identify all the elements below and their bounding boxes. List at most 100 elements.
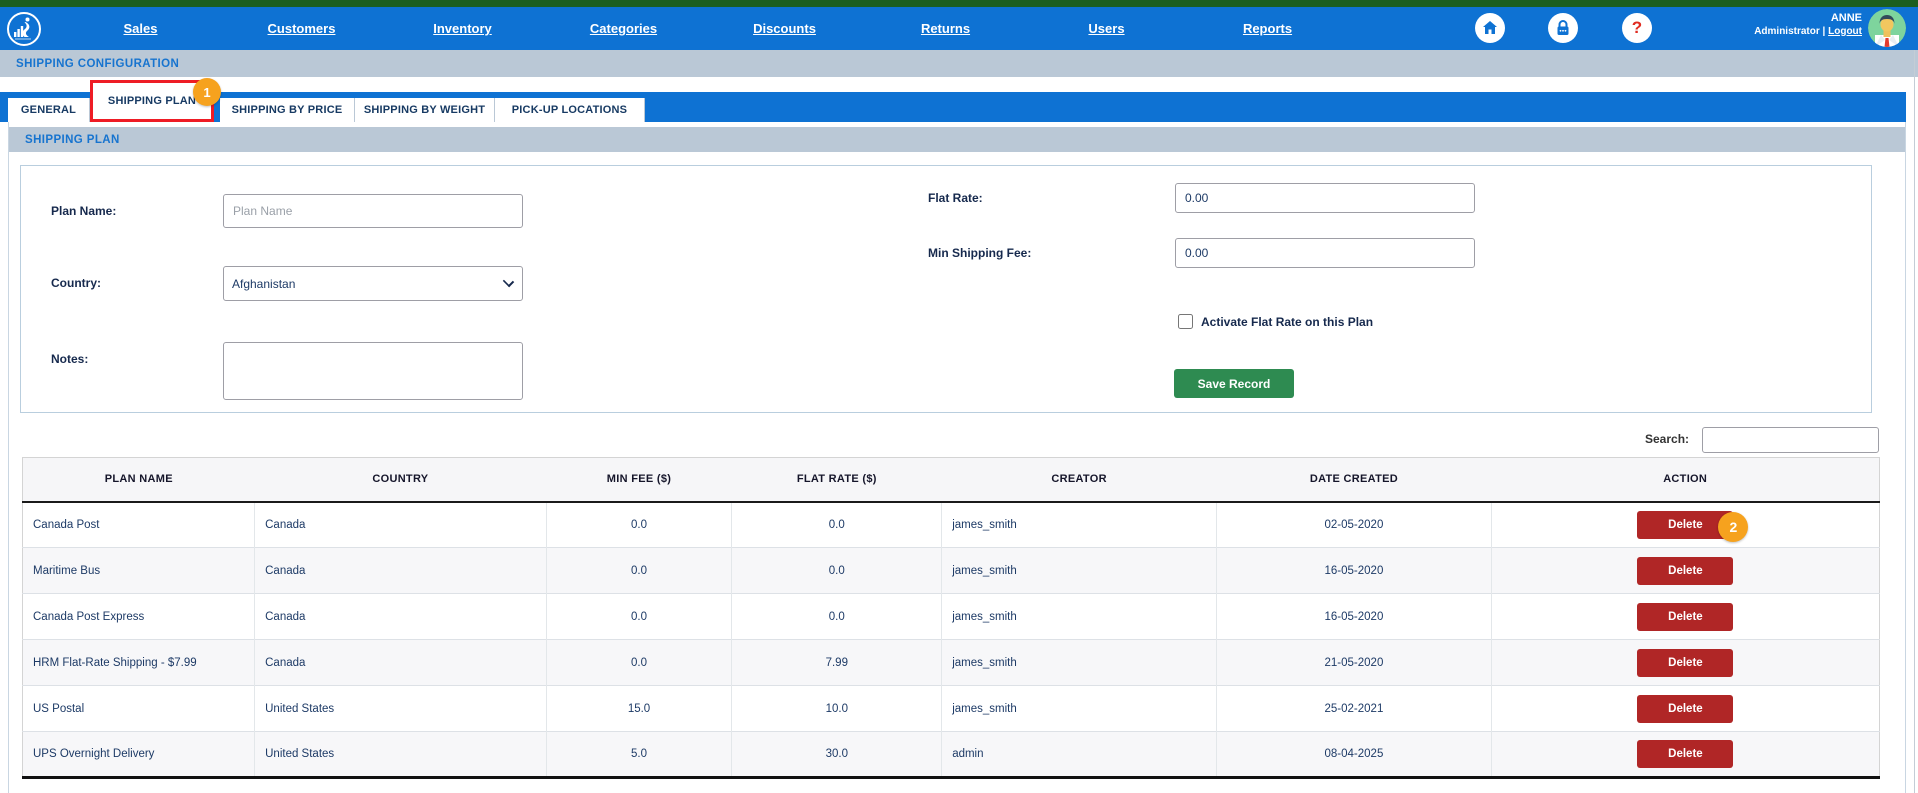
- table-row: HRM Flat-Rate Shipping - $7.99 Canada 0.…: [23, 640, 1880, 686]
- plan-name-label: Plan Name:: [51, 204, 116, 218]
- country-select[interactable]: Afghanistan: [223, 266, 523, 301]
- tab-shipping-by-price[interactable]: SHIPPING BY PRICE: [220, 98, 355, 122]
- help-icon[interactable]: ?: [1622, 13, 1652, 43]
- delete-button[interactable]: Delete: [1637, 740, 1733, 768]
- table-row: Canada Post Express Canada 0.0 0.0 james…: [23, 594, 1880, 640]
- container-border-left: [8, 122, 9, 793]
- col-country: COUNTRY: [255, 458, 547, 502]
- annotation-badge-1: 1: [193, 78, 221, 106]
- table-row: UPS Overnight Delivery United States 5.0…: [23, 732, 1880, 778]
- cell-country: Canada: [255, 594, 547, 640]
- lock-icon[interactable]: [1548, 13, 1578, 43]
- table-header-row: PLAN NAME COUNTRY MIN FEE ($) FLAT RATE …: [23, 458, 1880, 502]
- breadcrumb: SHIPPING CONFIGURATION: [16, 58, 179, 70]
- logout-link[interactable]: Logout: [1828, 26, 1862, 37]
- cell-flat-rate: 0.0: [732, 502, 942, 548]
- flat-rate-input[interactable]: [1175, 183, 1475, 213]
- nav-item-inventory[interactable]: Inventory: [382, 7, 543, 50]
- page: Sales Customers Inventory Categories Dis…: [0, 0, 1918, 793]
- nav-item-categories[interactable]: Categories: [543, 7, 704, 50]
- delete-button[interactable]: Delete: [1637, 695, 1733, 723]
- breadcrumb-bar: SHIPPING CONFIGURATION: [0, 50, 1918, 77]
- cell-flat-rate: 7.99: [732, 640, 942, 686]
- save-record-button[interactable]: Save Record: [1174, 369, 1294, 398]
- activate-flat-rate-checkbox[interactable]: [1178, 314, 1193, 329]
- cell-min-fee: 0.0: [546, 594, 732, 640]
- user-role: Administrator: [1754, 26, 1820, 37]
- cell-date: 02-05-2020: [1217, 502, 1492, 548]
- user-avatar[interactable]: [1868, 9, 1906, 47]
- cell-date: 21-05-2020: [1217, 640, 1492, 686]
- tab-strip: GENERAL SHIPPING PLAN SHIPPING BY PRICE …: [0, 92, 1906, 122]
- cell-flat-rate: 0.0: [732, 548, 942, 594]
- cell-flat-rate: 0.0: [732, 594, 942, 640]
- container-border-right: [1905, 122, 1906, 793]
- cell-country: Canada: [255, 640, 547, 686]
- cell-country: United States: [255, 686, 547, 732]
- top-green-strip: [0, 0, 1918, 7]
- nav-menu: Sales Customers Inventory Categories Dis…: [60, 7, 1348, 50]
- activate-flat-rate-row: Activate Flat Rate on this Plan: [1178, 314, 1373, 329]
- cell-plan: HRM Flat-Rate Shipping - $7.99: [23, 640, 255, 686]
- flat-rate-label: Flat Rate:: [928, 191, 983, 205]
- home-icon[interactable]: [1475, 13, 1505, 43]
- cell-action: Delete: [1491, 640, 1879, 686]
- nav-item-reports[interactable]: Reports: [1187, 7, 1348, 50]
- shipping-plans-table: PLAN NAME COUNTRY MIN FEE ($) FLAT RATE …: [22, 457, 1880, 779]
- delete-button[interactable]: Delete: [1637, 557, 1733, 585]
- cell-date: 16-05-2020: [1217, 548, 1492, 594]
- cell-plan: Maritime Bus: [23, 548, 255, 594]
- cell-action: Delete: [1491, 686, 1879, 732]
- section-title: SHIPPING PLAN: [25, 134, 120, 146]
- cell-creator: james_smith: [942, 594, 1217, 640]
- delete-button[interactable]: Delete: [1637, 649, 1733, 677]
- plan-name-input[interactable]: [223, 194, 523, 228]
- col-flat-rate: FLAT RATE ($): [732, 458, 942, 502]
- tab-pick-up-locations[interactable]: PICK-UP LOCATIONS: [495, 98, 645, 122]
- page-edge-line: [1914, 50, 1915, 793]
- cell-creator: james_smith: [942, 502, 1217, 548]
- cell-flat-rate: 10.0: [732, 686, 942, 732]
- delete-button[interactable]: Delete: [1637, 603, 1733, 631]
- notes-textarea[interactable]: [223, 342, 523, 400]
- nav-item-returns[interactable]: Returns: [865, 7, 1026, 50]
- cell-plan: UPS Overnight Delivery: [23, 732, 255, 778]
- table-row: Maritime Bus Canada 0.0 0.0 james_smith …: [23, 548, 1880, 594]
- tab-general[interactable]: GENERAL: [8, 98, 90, 122]
- cell-date: 08-04-2025: [1217, 732, 1492, 778]
- col-creator: CREATOR: [942, 458, 1217, 502]
- cell-action: Delete: [1491, 548, 1879, 594]
- col-plan-name: PLAN NAME: [23, 458, 255, 502]
- table-row: Canada Post Canada 0.0 0.0 james_smith 0…: [23, 502, 1880, 548]
- activate-flat-rate-label: Activate Flat Rate on this Plan: [1201, 315, 1373, 329]
- cell-creator: admin: [942, 732, 1217, 778]
- cell-plan: Canada Post Express: [23, 594, 255, 640]
- cell-min-fee: 15.0: [546, 686, 732, 732]
- section-title-bar: SHIPPING PLAN: [8, 127, 1905, 152]
- annotation-badge-2: 2: [1718, 512, 1748, 542]
- notes-label: Notes:: [51, 352, 88, 366]
- nav-item-customers[interactable]: Customers: [221, 7, 382, 50]
- cell-country: Canada: [255, 548, 547, 594]
- nav-item-users[interactable]: Users: [1026, 7, 1187, 50]
- cell-date: 16-05-2020: [1217, 594, 1492, 640]
- cell-min-fee: 0.0: [546, 640, 732, 686]
- cell-min-fee: 0.0: [546, 502, 732, 548]
- user-block: ANNE Administrator | Logout: [1754, 12, 1862, 38]
- min-shipping-fee-input[interactable]: [1175, 238, 1475, 268]
- search-label: Search:: [1645, 432, 1689, 446]
- cell-action: Delete: [1491, 732, 1879, 778]
- nav-item-discounts[interactable]: Discounts: [704, 7, 865, 50]
- nav-item-sales[interactable]: Sales: [60, 7, 221, 50]
- cell-plan: US Postal: [23, 686, 255, 732]
- user-name: ANNE: [1754, 12, 1862, 26]
- tab-shipping-by-weight[interactable]: SHIPPING BY WEIGHT: [355, 98, 495, 122]
- help-glyph: ?: [1632, 18, 1642, 38]
- col-date-created: DATE CREATED: [1217, 458, 1492, 502]
- search-input[interactable]: [1702, 427, 1879, 453]
- country-label: Country:: [51, 276, 101, 290]
- app-logo-icon[interactable]: [6, 11, 42, 47]
- cell-min-fee: 5.0: [546, 732, 732, 778]
- col-min-fee: MIN FEE ($): [546, 458, 732, 502]
- country-select-wrap: Afghanistan: [223, 266, 523, 301]
